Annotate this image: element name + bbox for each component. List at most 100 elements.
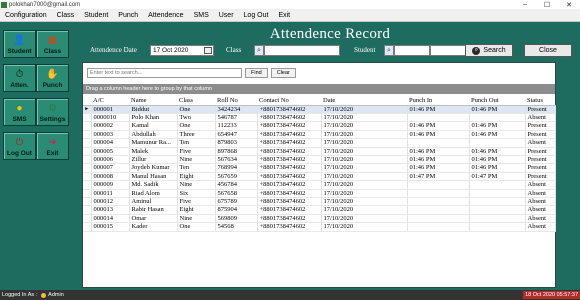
logout-button[interactable]: ⏻ Log Out: [3, 132, 36, 160]
table-cell[interactable]: Eight: [177, 172, 216, 182]
table-cell[interactable]: +8801738474602: [257, 155, 322, 165]
table-cell[interactable]: 01:46 PM: [469, 121, 526, 131]
table-cell[interactable]: +8801738474602: [257, 205, 322, 215]
student-search-icon[interactable]: ⌕: [384, 45, 394, 56]
column-header-class[interactable]: Class: [177, 96, 215, 106]
table-row[interactable]: 000007 Joydeb Kumar Ten 768994 +880173847460…: [83, 163, 556, 173]
table-cell[interactable]: Aminul: [129, 197, 178, 207]
table-cell[interactable]: Present: [525, 130, 556, 140]
table-cell[interactable]: 01:46 PM: [469, 163, 526, 173]
table-cell[interactable]: Present: [525, 163, 556, 173]
table-cell[interactable]: Riad Alom: [129, 189, 178, 198]
table-cell[interactable]: 01:47 PM: [407, 172, 470, 182]
table-cell[interactable]: 54568: [215, 222, 258, 232]
table-cell[interactable]: 17/10/2020: [321, 163, 408, 173]
table-cell[interactable]: 17/10/2020: [321, 130, 408, 140]
table-cell[interactable]: +8801738474602: [257, 222, 322, 232]
table-cell[interactable]: +8801738474602: [257, 197, 322, 207]
calendar-icon[interactable]: [204, 47, 212, 54]
table-cell[interactable]: +8801738474602: [257, 138, 322, 148]
table-cell[interactable]: 456784: [215, 180, 258, 190]
table-cell[interactable]: 000007: [91, 163, 130, 173]
table-cell[interactable]: Rabir Hasan: [129, 205, 178, 215]
table-cell[interactable]: [469, 214, 526, 224]
table-row[interactable]: 000008 Manul Hasan Eight 567659 +88017384746…: [83, 172, 556, 182]
table-cell[interactable]: Ten: [177, 138, 216, 148]
menu-exit[interactable]: Exit: [273, 12, 295, 19]
table-cell[interactable]: 000003: [91, 130, 130, 140]
table-cell[interactable]: +8801738474602: [257, 113, 322, 123]
table-cell[interactable]: 000009: [91, 180, 130, 190]
table-cell[interactable]: 17/10/2020: [321, 197, 408, 207]
class-button[interactable]: ▦ Class: [36, 30, 69, 58]
class-search-icon[interactable]: ⌕: [254, 45, 264, 56]
table-cell[interactable]: [469, 180, 526, 190]
table-cell[interactable]: +8801738474602: [257, 172, 322, 182]
table-cell[interactable]: Absent: [525, 205, 556, 215]
table-cell[interactable]: [469, 205, 526, 215]
clear-button[interactable]: Clear: [270, 68, 296, 78]
table-cell[interactable]: 675789: [215, 197, 258, 207]
table-cell[interactable]: 000006: [91, 155, 130, 165]
table-cell[interactable]: Ten: [177, 163, 216, 173]
table-cell[interactable]: Present: [525, 105, 556, 114]
close-button[interactable]: Close: [524, 44, 572, 57]
table-cell[interactable]: 3424234: [215, 105, 258, 114]
table-cell[interactable]: Omar: [129, 214, 178, 224]
table-row[interactable]: 000014 Omar Nine 569809 +8801738474602 17/10/…: [83, 214, 556, 224]
table-cell[interactable]: 567634: [215, 155, 258, 165]
table-cell[interactable]: 000001: [91, 105, 130, 114]
table-cell[interactable]: 01:46 PM: [407, 147, 470, 156]
table-cell[interactable]: [407, 205, 470, 215]
menu-configuration[interactable]: Configuration: [0, 12, 52, 19]
table-cell[interactable]: 17/10/2020: [321, 205, 408, 215]
grid-search-input[interactable]: Enter text to search...: [87, 68, 242, 78]
table-cell[interactable]: Absent: [525, 180, 556, 190]
table-cell[interactable]: Joydeb Kumar: [129, 163, 178, 173]
maximize-button[interactable]: ☐: [536, 0, 558, 9]
table-cell[interactable]: +8801738474602: [257, 180, 322, 190]
sms-button[interactable]: ● SMS: [3, 98, 36, 126]
table-cell[interactable]: 000008: [91, 172, 130, 182]
table-cell[interactable]: 01:46 PM: [407, 163, 470, 173]
table-cell[interactable]: Manul Hasan: [129, 172, 178, 182]
table-cell[interactable]: 000013: [91, 205, 130, 215]
close-window-button[interactable]: ✕: [558, 0, 580, 9]
table-cell[interactable]: 112233: [215, 121, 258, 131]
table-cell[interactable]: One: [177, 105, 216, 114]
menu-student[interactable]: Student: [79, 12, 113, 19]
student-id-input[interactable]: [394, 45, 430, 56]
exit-button[interactable]: ➜ Exit: [36, 132, 69, 160]
table-cell[interactable]: 0000010: [91, 113, 130, 123]
table-row[interactable]: 0000010 Polo Khan Two 546787 +8801738474602 1…: [83, 113, 556, 123]
settings-button[interactable]: ⚙ Settings: [36, 98, 69, 126]
table-cell[interactable]: +8801738474602: [257, 147, 322, 156]
table-cell[interactable]: Present: [525, 121, 556, 131]
table-cell[interactable]: Six: [177, 189, 216, 198]
table-row[interactable]: ► 000001 Biddut One 3424234 +8801738474602 17/…: [83, 105, 556, 114]
table-cell[interactable]: 000012: [91, 197, 130, 207]
table-cell[interactable]: Mamunur Ra...: [129, 138, 178, 148]
table-cell[interactable]: 17/10/2020: [321, 155, 408, 165]
table-cell[interactable]: 000011: [91, 189, 130, 198]
table-cell[interactable]: 17/10/2020: [321, 121, 408, 131]
table-cell[interactable]: 000005: [91, 147, 130, 156]
table-cell[interactable]: 17/10/2020: [321, 113, 408, 123]
table-cell[interactable]: +8801738474602: [257, 130, 322, 140]
table-cell[interactable]: +8801738474602: [257, 163, 322, 173]
table-cell[interactable]: 01:46 PM: [469, 147, 526, 156]
menu-user[interactable]: User: [214, 12, 239, 19]
menu-sms[interactable]: SMS: [189, 12, 214, 19]
table-cell[interactable]: 17/10/2020: [321, 105, 408, 114]
table-cell[interactable]: [407, 197, 470, 207]
table-row[interactable]: 000009 Md. Sadik Nine 456784 +8801738474602 1…: [83, 180, 556, 190]
table-cell[interactable]: 569809: [215, 214, 258, 224]
table-cell[interactable]: Polo Khan: [129, 113, 178, 123]
table-cell[interactable]: 654947: [215, 130, 258, 140]
table-cell[interactable]: Absent: [525, 214, 556, 224]
table-cell[interactable]: [407, 113, 470, 123]
table-cell[interactable]: Present: [525, 155, 556, 165]
table-cell[interactable]: Three: [177, 130, 216, 140]
table-cell[interactable]: Absent: [525, 197, 556, 207]
student-button[interactable]: 👤 Student: [3, 30, 36, 58]
